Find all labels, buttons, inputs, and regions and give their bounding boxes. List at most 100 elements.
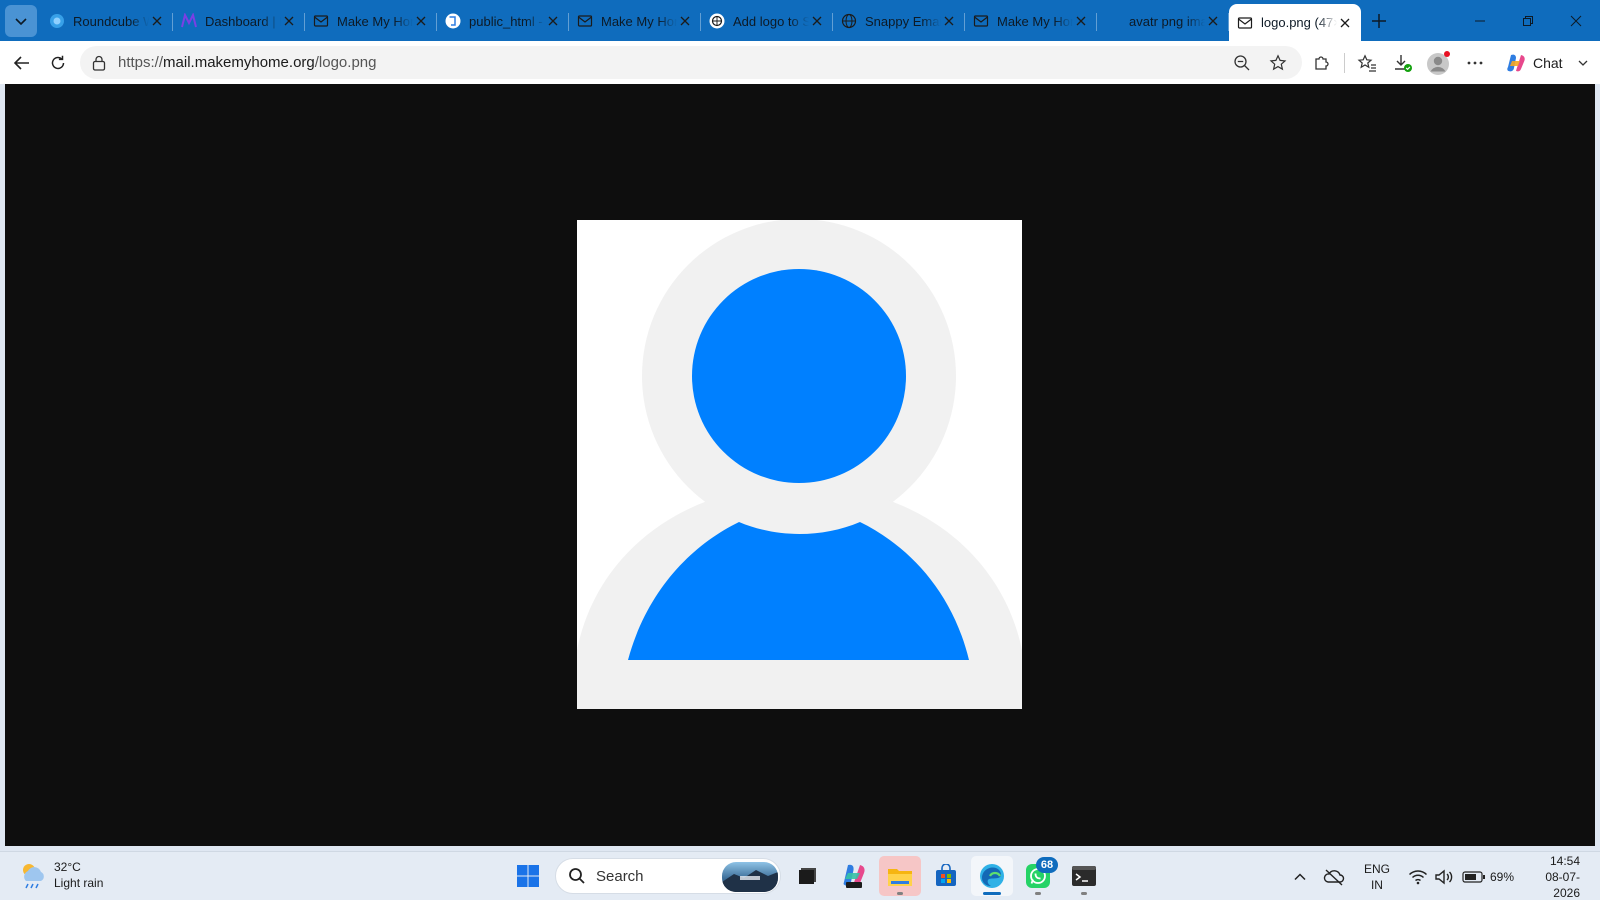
tab-title: Make My Home: [997, 13, 1073, 29]
start-button[interactable]: [507, 856, 549, 896]
url-text[interactable]: https://mail.makemyhome.org/logo.png: [118, 54, 376, 71]
tab-title: Make My Home: [601, 13, 677, 29]
weather-text: 32°C Light rain: [54, 859, 103, 891]
cloud-sync-button[interactable]: [1316, 857, 1352, 897]
toolbar-right: Chat: [1304, 41, 1595, 84]
wifi-icon: [1408, 869, 1427, 884]
battery-percent: 69%: [1489, 869, 1514, 884]
quick-settings-button[interactable]: 69%: [1402, 857, 1520, 897]
taskbar-search[interactable]: Search: [555, 858, 781, 894]
minimize-button[interactable]: [1456, 0, 1504, 41]
favorites-button[interactable]: [1349, 47, 1385, 79]
weather-widget[interactable]: 32°C Light rain: [18, 859, 103, 891]
url-scheme: https://: [118, 54, 164, 71]
file-explorer-app[interactable]: [879, 856, 921, 896]
tab-active[interactable]: logo.png (47×: [1229, 4, 1361, 41]
store-app[interactable]: [925, 856, 967, 896]
profile-button[interactable]: [1421, 47, 1457, 79]
back-button[interactable]: [4, 47, 40, 79]
clock-date: 08-07-2026: [1545, 869, 1580, 900]
tab-close-button[interactable]: [149, 13, 165, 29]
chevron-down-icon: [15, 18, 27, 26]
favorites-star-list-icon: [1357, 53, 1376, 72]
tab-list: Roundcube W Dashboard | M Make My Home publ…: [41, 0, 1361, 41]
tab-close-button[interactable]: [677, 13, 693, 29]
folder-icon: [888, 869, 912, 886]
active-indicator: [983, 892, 1001, 895]
close-icon: [812, 16, 822, 26]
close-icon: [548, 16, 558, 26]
tab-close-button[interactable]: [1073, 13, 1089, 29]
extensions-button[interactable]: [1304, 47, 1340, 79]
system-tray: ENG IN 69% 14:54 08-07-2026: [1284, 852, 1600, 900]
language-indicator[interactable]: ENG IN: [1352, 857, 1402, 897]
favorite-button[interactable]: [1260, 47, 1296, 79]
tab-close-button[interactable]: [1205, 13, 1221, 29]
blank-icon: [1105, 13, 1121, 29]
site-info-button[interactable]: [88, 55, 110, 71]
tab-strip: Roundcube W Dashboard | M Make My Home publ…: [0, 0, 1600, 41]
tab-close-button[interactable]: [809, 13, 825, 29]
weather-temp: 32°C: [54, 860, 81, 874]
refresh-button[interactable]: [40, 47, 76, 79]
tab-close-button[interactable]: [941, 13, 957, 29]
dashboard-icon: [181, 13, 197, 29]
m365-icon: [843, 864, 865, 888]
task-view-button[interactable]: [787, 856, 829, 896]
cpanel-icon: [445, 13, 461, 29]
m365-copilot-app[interactable]: [833, 856, 875, 896]
tab[interactable]: Make My Home: [305, 4, 437, 38]
tab-title: Add logo to Sn: [733, 13, 809, 29]
close-icon: [152, 16, 162, 26]
copilot-chat-button[interactable]: Chat: [1499, 48, 1595, 78]
close-icon: [1208, 16, 1218, 26]
close-icon: [284, 16, 294, 26]
tab-actions-menu-button[interactable]: [5, 5, 37, 37]
close-icon: [944, 16, 954, 26]
avatar-icon: [1427, 50, 1450, 75]
roundcube-icon: [49, 13, 65, 29]
close-window-button[interactable]: [1552, 0, 1600, 41]
tab[interactable]: Dashboard | M: [173, 4, 305, 38]
clock[interactable]: 14:54 08-07-2026: [1520, 854, 1600, 900]
tab[interactable]: Roundcube W: [41, 4, 173, 38]
restore-icon: [1523, 15, 1533, 26]
tab[interactable]: avatr png imag: [1097, 4, 1229, 38]
plus-icon: [1372, 14, 1386, 28]
tab-close-button[interactable]: [281, 13, 297, 29]
tab-title: Make My Home: [337, 13, 413, 29]
restore-button[interactable]: [1504, 0, 1552, 41]
tab[interactable]: Snappy Email: [833, 4, 965, 38]
whatsapp-app[interactable]: 68: [1017, 856, 1059, 896]
weather-condition: Light rain: [54, 876, 104, 890]
tab-close-button[interactable]: [1337, 15, 1353, 31]
notification-badge: 68: [1036, 857, 1058, 873]
tab-close-button[interactable]: [413, 13, 429, 29]
show-hidden-icons-button[interactable]: [1284, 857, 1316, 897]
tab[interactable]: public_html - Fi: [437, 4, 569, 38]
edge-browser-app[interactable]: [971, 856, 1013, 896]
downloads-button[interactable]: [1385, 47, 1421, 79]
url-host: mail.makemyhome.org: [163, 54, 315, 71]
tab-title: Snappy Email: [865, 13, 941, 29]
tab-close-button[interactable]: [545, 13, 561, 29]
region-code: IN: [1370, 877, 1383, 892]
chat-label: Chat: [1533, 54, 1563, 71]
running-indicator: [897, 892, 903, 895]
tab-title: logo.png (47×: [1261, 15, 1337, 30]
terminal-app[interactable]: [1063, 856, 1105, 896]
zoom-button[interactable]: [1224, 47, 1260, 79]
displayed-image[interactable]: [577, 220, 1022, 709]
ellipsis-icon: [1467, 61, 1483, 64]
store-bag-icon: [936, 864, 956, 886]
new-tab-button[interactable]: [1361, 4, 1397, 38]
more-options-button[interactable]: [1457, 47, 1493, 79]
globe-icon: [841, 13, 857, 29]
tab-title: public_html - Fi: [469, 13, 545, 29]
address-bar[interactable]: https://mail.makemyhome.org/logo.png: [80, 46, 1302, 79]
search-label: Search: [596, 867, 644, 885]
tab[interactable]: Add logo to Sn: [701, 4, 833, 38]
tab[interactable]: Make My Home: [569, 4, 701, 38]
volume-icon: [1435, 869, 1453, 884]
tab[interactable]: Make My Home: [965, 4, 1097, 38]
